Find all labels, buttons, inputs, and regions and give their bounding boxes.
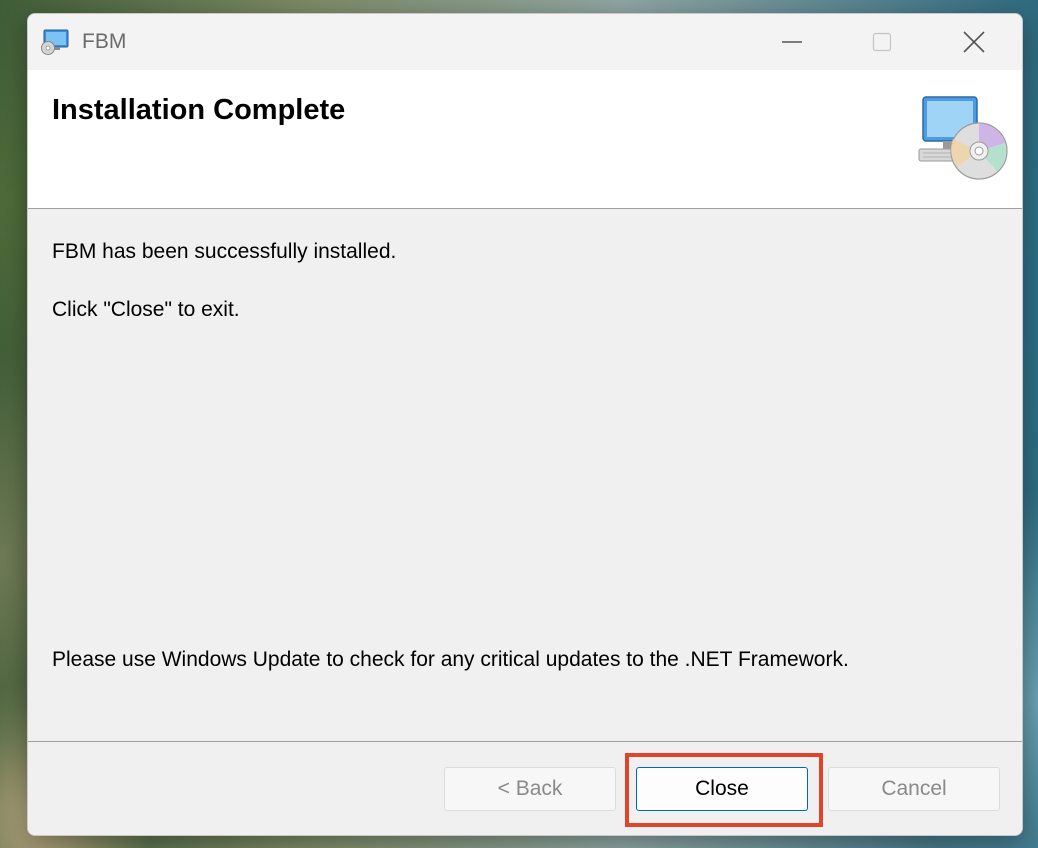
close-button-highlight bbox=[625, 753, 823, 827]
maximize-button[interactable] bbox=[836, 14, 928, 70]
exit-instruction: Click "Close" to exit. bbox=[52, 298, 240, 321]
title-bar[interactable]: FBM bbox=[28, 14, 1022, 70]
computer-with-cd-icon bbox=[918, 96, 1008, 180]
close-icon bbox=[963, 31, 985, 53]
window-title: FBM bbox=[82, 30, 127, 53]
windows-update-note: Please use Windows Update to check for a… bbox=[52, 648, 849, 671]
minimize-icon bbox=[782, 41, 802, 43]
success-message: FBM has been successfully installed. bbox=[52, 240, 397, 263]
minimize-button[interactable] bbox=[746, 14, 838, 70]
installer-window: FBM Installation Complete FBM has been s… bbox=[27, 13, 1023, 836]
wizard-content: FBM has been successfully installed. Cli… bbox=[28, 209, 1022, 741]
cancel-button[interactable]: Cancel bbox=[828, 767, 1000, 811]
wizard-footer: < Back Close Cancel bbox=[28, 741, 1022, 835]
back-button[interactable]: < Back bbox=[444, 767, 616, 811]
wizard-header: Installation Complete bbox=[28, 70, 1022, 209]
close-window-button[interactable] bbox=[928, 14, 1020, 70]
maximize-icon bbox=[872, 32, 892, 52]
setup-computer-cd-icon bbox=[41, 29, 69, 55]
page-title: Installation Complete bbox=[52, 94, 346, 126]
